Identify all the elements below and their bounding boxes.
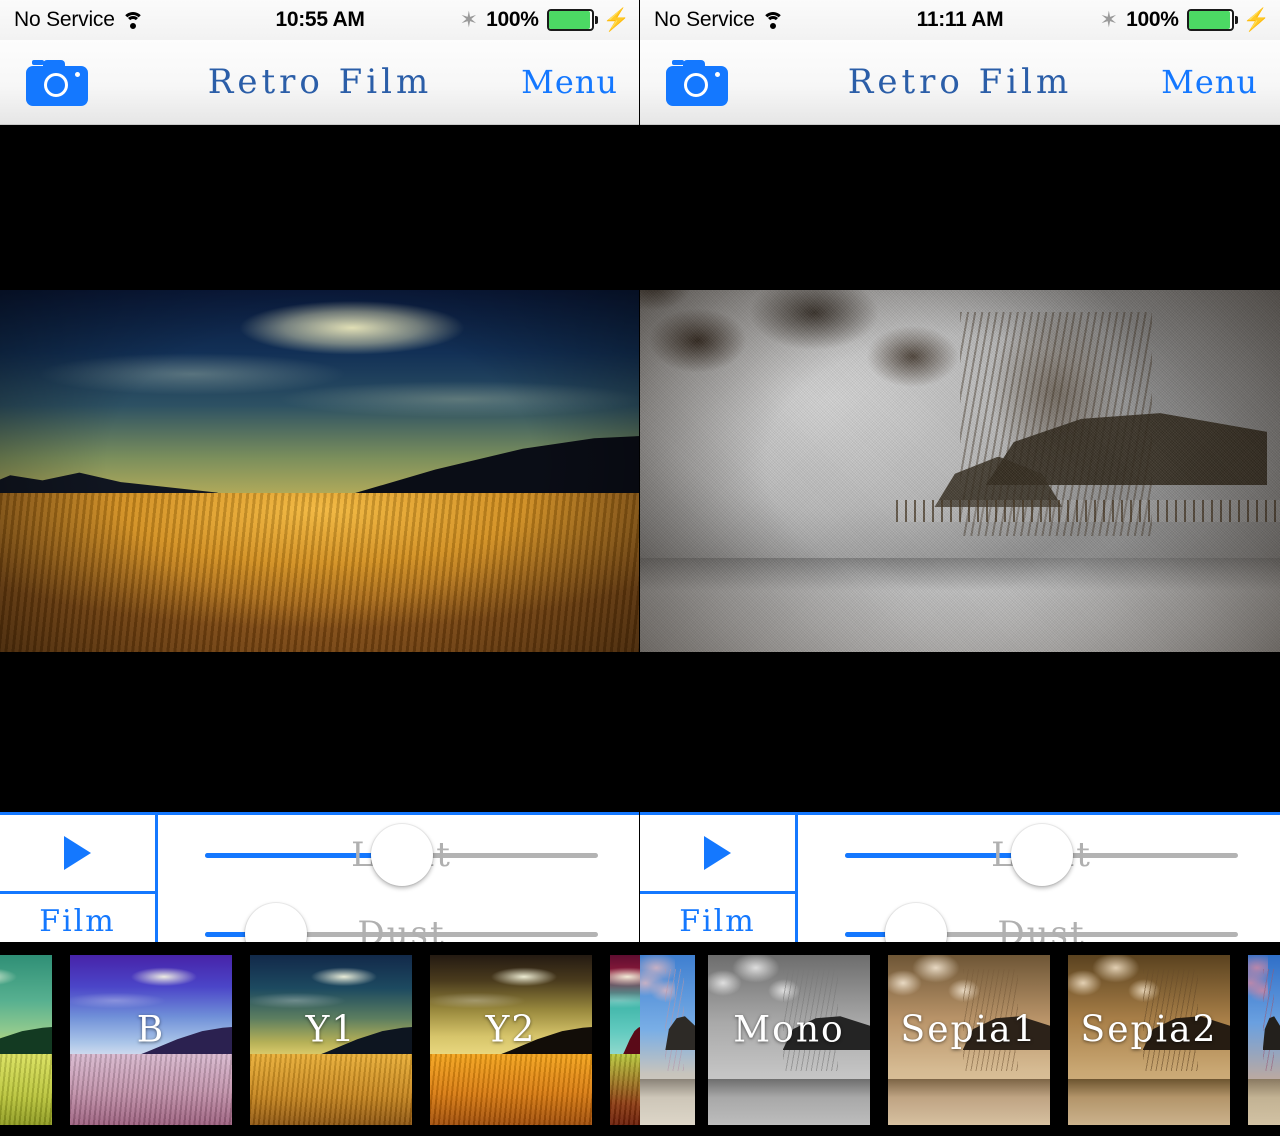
bluetooth-icon: ✶ xyxy=(1099,7,1119,32)
photo-stage-left xyxy=(0,125,640,812)
lightning-bolt-icon: ⚡ xyxy=(602,7,630,32)
thumb-field xyxy=(0,1053,52,1125)
status-bar-left: No Service 10:55 AM ✶ 100% ⚡ xyxy=(0,0,640,40)
battery-percent-label: 100% xyxy=(1126,8,1179,31)
filter-thumb-color[interactable] xyxy=(1248,955,1280,1125)
light-slider-knob[interactable] xyxy=(1010,823,1073,886)
thumb-caption: B xyxy=(136,1009,166,1051)
thumb-field xyxy=(610,1053,640,1125)
thumb-field xyxy=(70,1053,232,1125)
play-icon xyxy=(704,836,731,870)
filter-thumb-cyanred[interactable] xyxy=(610,955,640,1125)
thumb-caption: Sepia2 xyxy=(1080,1009,1218,1051)
menu-button[interactable]: Menu xyxy=(1161,58,1258,106)
nav-bar-left: Retro Film Menu xyxy=(0,40,640,125)
thumb-ground xyxy=(640,1079,695,1125)
play-icon xyxy=(64,836,91,870)
photo-vignette xyxy=(0,290,640,652)
photo-stage-right xyxy=(640,125,1280,812)
thumb-field xyxy=(430,1053,592,1125)
thumb-caption: Mono xyxy=(733,1009,845,1051)
bluetooth-icon: ✶ xyxy=(459,7,479,32)
play-button[interactable] xyxy=(640,815,798,894)
thumb-ground xyxy=(888,1079,1050,1125)
thumb-caption: Y1 xyxy=(305,1009,357,1051)
filter-thumb-y1[interactable]: Y1 xyxy=(250,955,412,1125)
status-right-group: ✶ 100% ⚡ xyxy=(460,0,630,40)
filter-thumb-mono[interactable]: Mono xyxy=(708,955,870,1125)
battery-full-icon xyxy=(546,9,598,31)
preview-photo-landscape[interactable] xyxy=(0,290,640,652)
status-bar-right: No Service 11:11 AM ✶ 100% ⚡ xyxy=(640,0,1280,40)
thumb-field xyxy=(250,1053,412,1125)
filter-filmstrip[interactable]: B Y1 Y2 Mono Sepia1 Sepia2 xyxy=(0,942,1280,1136)
filter-thumb-green[interactable] xyxy=(0,955,52,1125)
menu-button[interactable]: Menu xyxy=(521,58,618,106)
slider-row-light: Light xyxy=(803,815,1280,894)
screenshot-root: No Service 10:55 AM ✶ 100% ⚡ Retro Film … xyxy=(0,0,1280,1136)
lightning-bolt-icon: ⚡ xyxy=(1242,7,1270,32)
filter-thumb-b[interactable]: B xyxy=(70,955,232,1125)
thumb-ground xyxy=(708,1079,870,1125)
preview-photo-shrine[interactable] xyxy=(640,290,1280,652)
thumb-caption: Y2 xyxy=(485,1009,537,1051)
nav-bar-right: Retro Film Menu xyxy=(640,40,1280,125)
thumb-ground xyxy=(1248,1079,1280,1125)
slider-row-light: Light xyxy=(163,815,640,894)
filter-thumb-y2[interactable]: Y2 xyxy=(430,955,592,1125)
photo-vignette xyxy=(640,290,1280,652)
battery-percent-label: 100% xyxy=(486,8,539,31)
thumb-caption: Sepia1 xyxy=(900,1009,1038,1051)
filter-thumb-sepia1[interactable]: Sepia1 xyxy=(888,955,1050,1125)
thumb-ground xyxy=(1068,1079,1230,1125)
filter-thumb-sepia2[interactable]: Sepia2 xyxy=(1068,955,1230,1125)
battery-full-icon xyxy=(1186,9,1238,31)
status-right-group: ✶ 100% ⚡ xyxy=(1100,0,1270,40)
filter-thumb-normal[interactable] xyxy=(640,955,695,1125)
light-slider-knob[interactable] xyxy=(370,823,433,886)
play-button[interactable] xyxy=(0,815,158,894)
